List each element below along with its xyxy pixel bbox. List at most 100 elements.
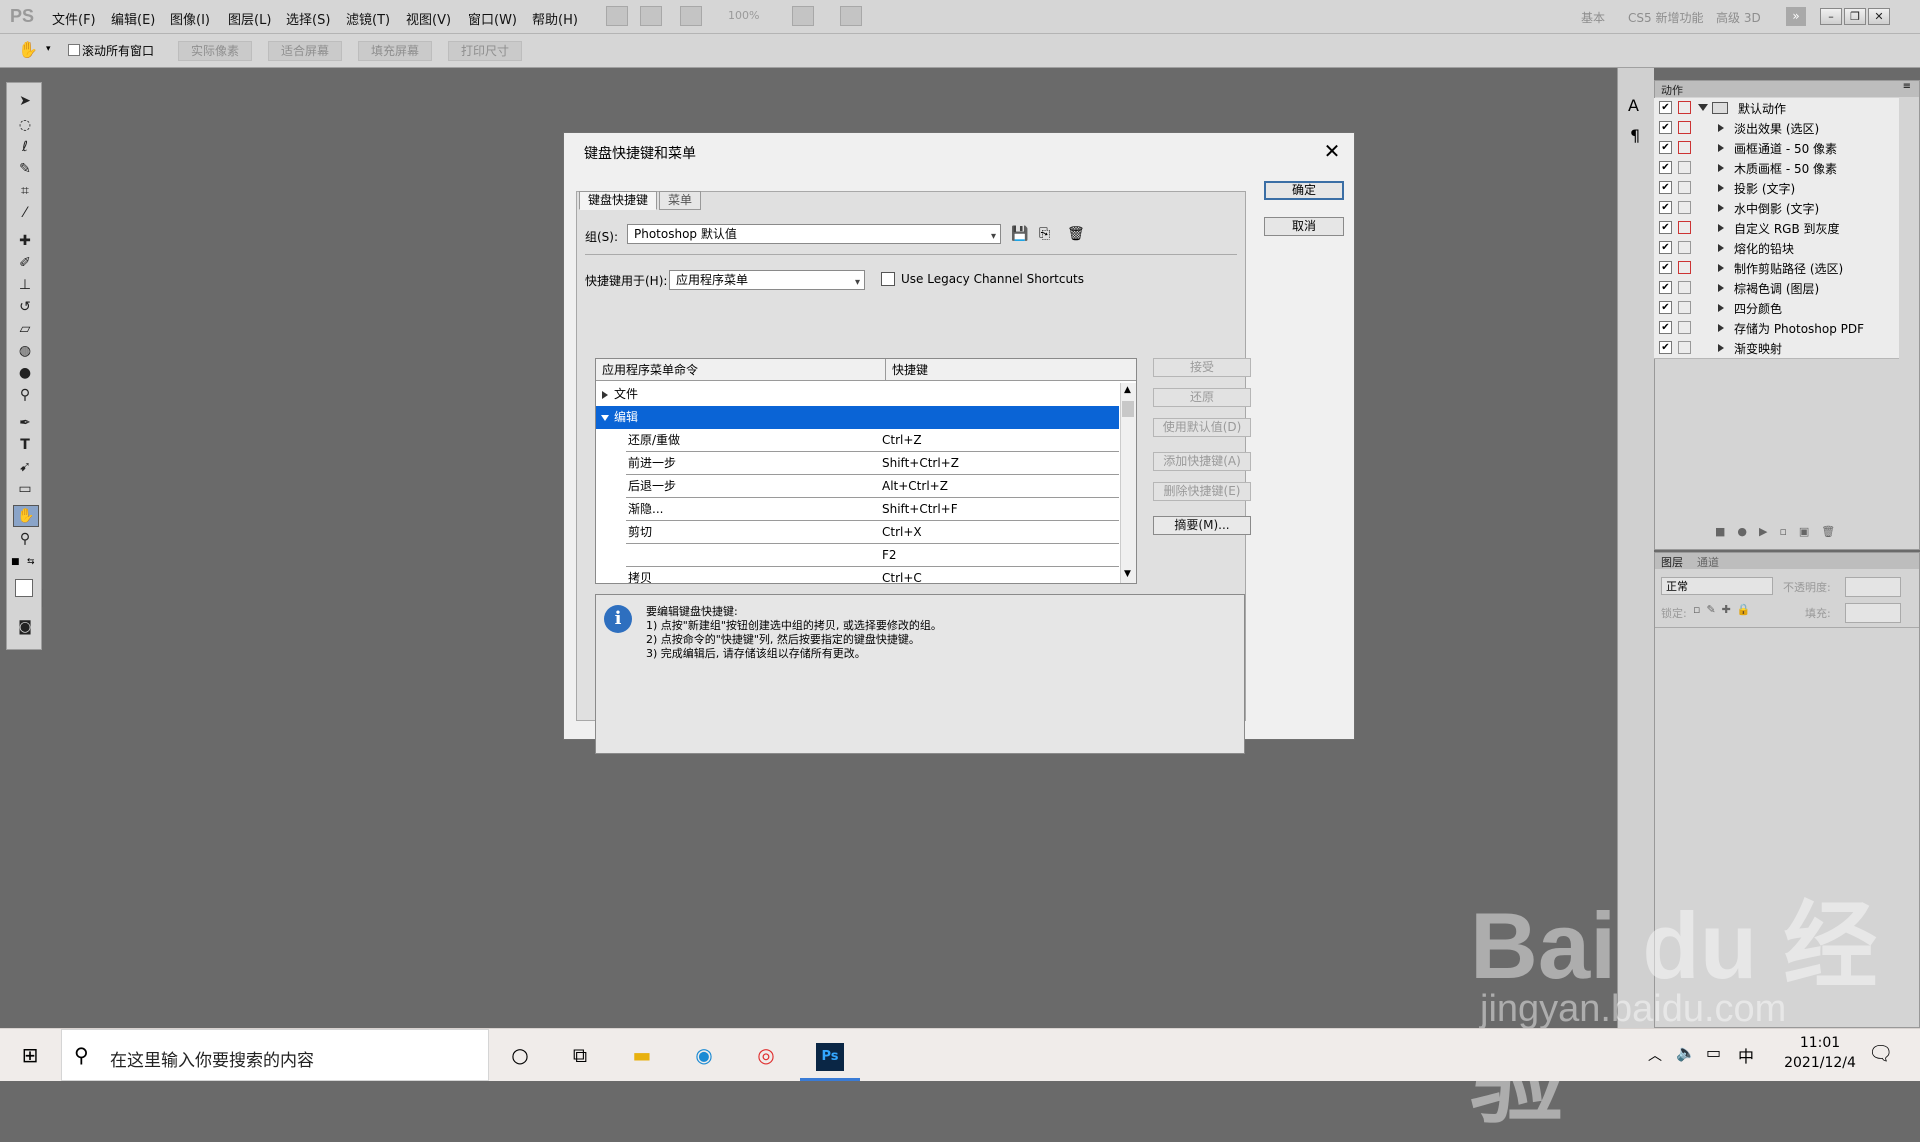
- use-default-button[interactable]: 使用默认值(D): [1153, 418, 1251, 437]
- panel-menu-icon[interactable]: ≡: [1903, 81, 1911, 92]
- expand-icon[interactable]: [602, 391, 608, 399]
- workspace-3d[interactable]: 高级 3D: [1716, 9, 1761, 26]
- delete-shortcut-button[interactable]: 删除快捷键(E): [1153, 482, 1251, 501]
- group-row-edit[interactable]: 编辑: [596, 406, 1119, 429]
- paint-bucket-icon[interactable]: ◍: [13, 341, 37, 361]
- task-view-icon[interactable]: ⧉: [550, 1029, 610, 1081]
- action-row[interactable]: ✔ 渐变映射: [1654, 338, 1899, 359]
- command-column-header[interactable]: 应用程序菜单命令: [596, 359, 886, 381]
- menu-view[interactable]: 视图(V): [406, 9, 451, 28]
- foreground-color-swatch[interactable]: [15, 579, 33, 597]
- menu-layer[interactable]: 图层(L): [228, 9, 271, 28]
- dialog-toggle[interactable]: [1678, 181, 1691, 194]
- action-check[interactable]: ✔: [1659, 101, 1672, 114]
- channels-tab[interactable]: 通道: [1697, 554, 1719, 570]
- dialog-toggle[interactable]: [1678, 221, 1691, 234]
- close-icon[interactable]: ✕: [1318, 139, 1346, 163]
- zoom-tool-icon[interactable]: ⚲: [13, 529, 37, 549]
- shortcut-cell[interactable]: F2: [882, 544, 897, 567]
- action-check[interactable]: ✔: [1659, 201, 1672, 214]
- blend-mode-select[interactable]: 正常: [1661, 577, 1773, 595]
- show-hidden-icons[interactable]: ︿: [1648, 1045, 1662, 1065]
- expand-icon[interactable]: [1718, 164, 1724, 172]
- action-row[interactable]: ✔ 自定义 RGB 到灰度: [1654, 218, 1899, 239]
- clock-time[interactable]: 11:01: [1788, 1035, 1852, 1051]
- accept-button[interactable]: 接受: [1153, 358, 1251, 377]
- history-brush-icon[interactable]: ↺: [13, 297, 37, 317]
- battery-icon[interactable]: ▭: [1706, 1043, 1721, 1062]
- lasso-tool-icon[interactable]: ℓ: [13, 137, 37, 157]
- eyedropper-tool-icon[interactable]: ⁄: [13, 203, 37, 223]
- dialog-toggle[interactable]: [1678, 161, 1691, 174]
- shape-tool-icon[interactable]: ▭: [13, 479, 37, 499]
- dialog-toggle[interactable]: [1678, 301, 1691, 314]
- dialog-toggle[interactable]: [1678, 141, 1691, 154]
- ok-button[interactable]: 确定: [1264, 181, 1344, 200]
- netease-music-icon[interactable]: ◎: [736, 1029, 796, 1081]
- action-row[interactable]: ✔ 水中倒影 (文字): [1654, 198, 1899, 219]
- collapse-icon[interactable]: [601, 415, 609, 421]
- arrange-documents-icon[interactable]: [792, 6, 814, 26]
- healing-brush-icon[interactable]: ✚: [13, 231, 37, 251]
- action-check[interactable]: ✔: [1659, 121, 1672, 134]
- clone-stamp-icon[interactable]: ⊥: [13, 275, 37, 295]
- shortcuts-for-select[interactable]: 应用程序菜单 ▾: [669, 270, 865, 290]
- file-explorer-icon[interactable]: ▬: [612, 1029, 672, 1081]
- quick-mask-icon[interactable]: ◙: [13, 617, 37, 637]
- menu-help[interactable]: 帮助(H): [532, 9, 578, 28]
- restore-icon[interactable]: ❐: [1844, 8, 1866, 25]
- table-row[interactable]: 前进一步 Shift+Ctrl+Z: [596, 452, 1119, 475]
- action-check[interactable]: ✔: [1659, 181, 1672, 194]
- paragraph-panel-icon[interactable]: ¶: [1630, 126, 1640, 145]
- bridge-icon[interactable]: [606, 6, 628, 26]
- table-row[interactable]: F2: [596, 544, 1119, 567]
- action-check[interactable]: ✔: [1659, 261, 1672, 274]
- fit-screen-button[interactable]: 适合屏幕: [268, 41, 343, 61]
- expand-icon[interactable]: [1718, 144, 1724, 152]
- lock-icons[interactable]: ▫✎✚🔒: [1693, 603, 1757, 616]
- default-colors-icon[interactable]: ■: [11, 557, 20, 567]
- quick-select-tool-icon[interactable]: ✎: [13, 159, 37, 179]
- table-row[interactable]: 剪切 Ctrl+X: [596, 521, 1119, 544]
- shortcut-cell[interactable]: Shift+Ctrl+F: [882, 498, 958, 521]
- photoshop-taskbar-icon[interactable]: Ps: [800, 1029, 860, 1081]
- marquee-tool-icon[interactable]: ◌: [13, 115, 37, 135]
- fill-screen-button[interactable]: 填充屏幕: [358, 41, 433, 61]
- mini-bridge-icon[interactable]: [640, 6, 662, 26]
- minimize-icon[interactable]: –: [1820, 8, 1842, 25]
- new-set-icon[interactable]: ⎘: [1039, 226, 1050, 242]
- edge-browser-icon[interactable]: ◉: [674, 1029, 734, 1081]
- shortcut-cell[interactable]: Ctrl+C: [882, 567, 922, 583]
- tab-menus[interactable]: 菜单: [659, 191, 702, 210]
- action-row[interactable]: ✔ 木质画框 - 50 像素: [1654, 158, 1899, 179]
- action-check[interactable]: ✔: [1659, 241, 1672, 254]
- action-row[interactable]: ✔ 投影 (文字): [1654, 178, 1899, 199]
- expand-icon[interactable]: [1718, 264, 1724, 272]
- pen-tool-icon[interactable]: ✒: [13, 413, 37, 433]
- table-row[interactable]: 后退一步 Alt+Ctrl+Z: [596, 475, 1119, 498]
- action-row[interactable]: ✔ 制作剪贴路径 (选区): [1654, 258, 1899, 279]
- summarize-button[interactable]: 摘要(M)...: [1153, 516, 1251, 535]
- dialog-toggle[interactable]: [1678, 241, 1691, 254]
- table-scrollbar[interactable]: ▲ ▼: [1120, 383, 1136, 583]
- notification-icon[interactable]: 🗨: [1868, 1041, 1893, 1065]
- menu-edit[interactable]: 编辑(E): [111, 9, 155, 28]
- actions-tab[interactable]: 动作: [1661, 82, 1683, 98]
- group-row-file[interactable]: 文件: [596, 383, 1119, 406]
- action-row[interactable]: ✔ 熔化的铅块: [1654, 238, 1899, 259]
- action-check[interactable]: ✔: [1659, 221, 1672, 234]
- zoom-level[interactable]: 100%: [728, 9, 759, 22]
- delete-set-icon[interactable]: 🗑: [1067, 226, 1085, 242]
- actual-pixels-button[interactable]: 实际像素: [178, 41, 253, 61]
- action-check[interactable]: ✔: [1659, 321, 1672, 334]
- action-check[interactable]: ✔: [1659, 141, 1672, 154]
- expand-icon[interactable]: [1718, 204, 1724, 212]
- legacy-shortcuts-checkbox[interactable]: [881, 272, 895, 286]
- expand-icon[interactable]: [1718, 304, 1724, 312]
- screen-mode-icon[interactable]: [840, 6, 862, 26]
- scroll-up-icon[interactable]: ▲: [1124, 385, 1131, 395]
- action-row[interactable]: ✔ 棕褐色调 (图层): [1654, 278, 1899, 299]
- set-select[interactable]: Photoshop 默认值 ▾: [627, 224, 1001, 244]
- action-check[interactable]: ✔: [1659, 161, 1672, 174]
- taskbar-search-box[interactable]: ⚲ 在这里输入你要搜索的内容: [61, 1029, 489, 1081]
